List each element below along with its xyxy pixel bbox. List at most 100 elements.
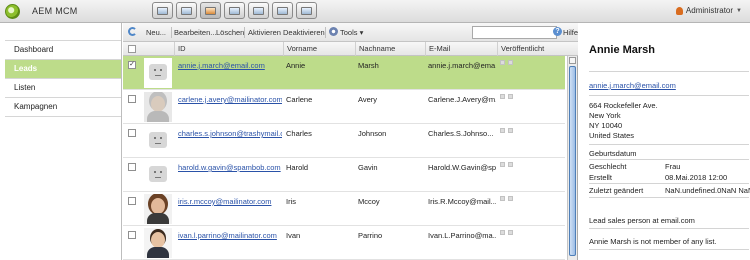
row-email: Charles.S.Johnso... [428, 129, 494, 138]
app-button-assets[interactable] [272, 2, 293, 19]
app-button-chart[interactable] [248, 2, 269, 19]
grid-rows: ✓ annie.j.march@email.com Annie Marsh an… [123, 56, 565, 260]
row-email: Harold.W.Gavin@sp... [428, 163, 496, 172]
refresh-icon[interactable] [128, 27, 137, 36]
deactivate-button[interactable]: Deaktivieren [283, 28, 325, 37]
table-row[interactable]: harold.w.gavin@spambob.com Harold Gavin … [123, 158, 565, 192]
row-last-name: Marsh [358, 61, 379, 70]
column-header-veroeffentlicht[interactable]: Veröffentlicht [497, 42, 565, 56]
nav-item-dashboard[interactable]: Dashboard [5, 41, 121, 60]
publish-status-icon [500, 162, 505, 167]
row-last-name: Gavin [358, 163, 378, 172]
table-row[interactable]: carlene.j.avery@mailinator.com Carlene A… [123, 90, 565, 124]
publish-status-icon [508, 128, 513, 133]
help-icon[interactable]: ? [553, 27, 562, 36]
row-id-link[interactable]: iris.r.mccoy@mailinator.com [178, 197, 282, 206]
publish-status-icon [500, 60, 505, 65]
divider [589, 228, 749, 229]
row-first-name: Annie [286, 61, 306, 70]
gender-label: Geschlecht [589, 162, 627, 171]
divider [589, 159, 749, 160]
divider [589, 183, 749, 184]
address-city: New York [589, 111, 621, 120]
nav-list: Dashboard Leads Listen Kampagnen [5, 40, 121, 117]
activate-button[interactable]: Aktivieren [248, 28, 281, 37]
created-label: Erstellt [589, 173, 612, 182]
row-first-name: Carlene [286, 95, 313, 104]
avatar [144, 58, 172, 88]
app-button-tags[interactable] [296, 2, 317, 19]
aem-logo-icon[interactable] [5, 4, 20, 19]
row-id-link[interactable]: charles.s.johnson@trashymail.c... [178, 129, 282, 138]
row-checkbox[interactable]: ✓ [128, 61, 136, 69]
row-last-name: Avery [358, 95, 378, 104]
app-title: AEM MCM [32, 6, 78, 16]
avatar [144, 160, 172, 190]
publish-status-icon [508, 162, 513, 167]
help-button[interactable]: Hilfe [563, 28, 578, 37]
gender-value: Frau [665, 162, 681, 171]
column-header-vorname[interactable]: Vorname [283, 42, 355, 56]
top-bar: AEM MCM Administrator ▼ [0, 0, 750, 23]
avatar [144, 126, 172, 156]
row-checkbox[interactable] [128, 95, 136, 103]
new-button[interactable]: Neu... [146, 28, 166, 37]
select-all-checkbox[interactable] [128, 45, 136, 53]
app-button-mail[interactable] [224, 2, 245, 19]
publish-status-icon [500, 128, 505, 133]
table-row[interactable]: ✓ annie.j.march@email.com Annie Marsh an… [123, 56, 565, 90]
scrollbar-thumb[interactable] [569, 66, 576, 256]
lead-email-link[interactable]: annie.j.march@email.com [589, 81, 676, 90]
nav-item-leads[interactable]: Leads [5, 60, 121, 79]
column-header-nachname[interactable]: Nachname [355, 42, 425, 56]
table-row[interactable]: charles.s.johnson@trashymail.c... Charle… [123, 124, 565, 158]
divider [589, 144, 749, 145]
tags-icon [301, 6, 312, 15]
scroll-up-icon[interactable] [569, 57, 576, 64]
row-checkbox[interactable] [128, 163, 136, 171]
column-header-email[interactable]: E-Mail [425, 42, 497, 56]
divider [589, 71, 749, 72]
row-id-link[interactable]: ivan.l.parrino@mailinator.com [178, 231, 282, 240]
divider [589, 249, 749, 250]
leads-grid-panel: Neu... Bearbeiten... Löschen Aktivieren … [123, 23, 578, 260]
lead-name-title: Annie Marsh [589, 44, 656, 56]
edit-button[interactable]: Bearbeiten... [174, 28, 217, 37]
app-button-dashboard[interactable] [176, 2, 197, 19]
chevron-down-icon: ▼ [736, 7, 742, 14]
row-first-name: Iris [286, 197, 296, 206]
toolbar-divider [171, 27, 172, 38]
nav-item-kampagnen[interactable]: Kampagnen [5, 98, 121, 117]
grid-scrollbar[interactable] [567, 56, 577, 260]
app-button-home[interactable] [152, 2, 173, 19]
app-button-mcm[interactable] [200, 2, 221, 19]
tools-menu[interactable]: Tools ▾ [340, 28, 363, 37]
modified-value: NaN.undefined.0NaN NaN [665, 186, 750, 195]
table-row[interactable]: iris.r.mccoy@mailinator.com Iris Mccoy I… [123, 192, 565, 226]
nav-item-listen[interactable]: Listen [5, 79, 121, 98]
column-header-id[interactable]: ID [174, 42, 283, 56]
row-email: annie.j.march@ema... [428, 61, 496, 70]
home-icon [157, 6, 168, 15]
mcm-icon [205, 6, 216, 15]
avatar [144, 92, 172, 122]
row-checkbox[interactable] [128, 197, 136, 205]
row-checkbox[interactable] [128, 231, 136, 239]
row-last-name: Parrino [358, 231, 383, 240]
delete-button[interactable]: Löschen [216, 28, 244, 37]
row-id-link[interactable]: annie.j.march@email.com [178, 61, 282, 70]
lead-note: Lead sales person at email.com [589, 216, 695, 225]
row-id-link[interactable]: harold.w.gavin@spambob.com [178, 163, 282, 172]
row-checkbox[interactable] [128, 129, 136, 137]
search-input[interactable] [472, 26, 557, 39]
table-row[interactable]: ivan.l.parrino@mailinator.com Ivan Parri… [123, 226, 565, 260]
publish-status-icon [500, 94, 505, 99]
left-navigation: Dashboard Leads Listen Kampagnen [0, 23, 122, 260]
user-menu[interactable]: Administrator ▼ [675, 6, 742, 15]
row-email: Carlene.J.Avery@m... [428, 95, 496, 104]
address-zip: NY 10040 [589, 121, 623, 130]
publish-status-icon [508, 94, 513, 99]
row-id-link[interactable]: carlene.j.avery@mailinator.com [178, 95, 282, 104]
publish-status-icon [500, 230, 505, 235]
publish-status-icon [508, 196, 513, 201]
